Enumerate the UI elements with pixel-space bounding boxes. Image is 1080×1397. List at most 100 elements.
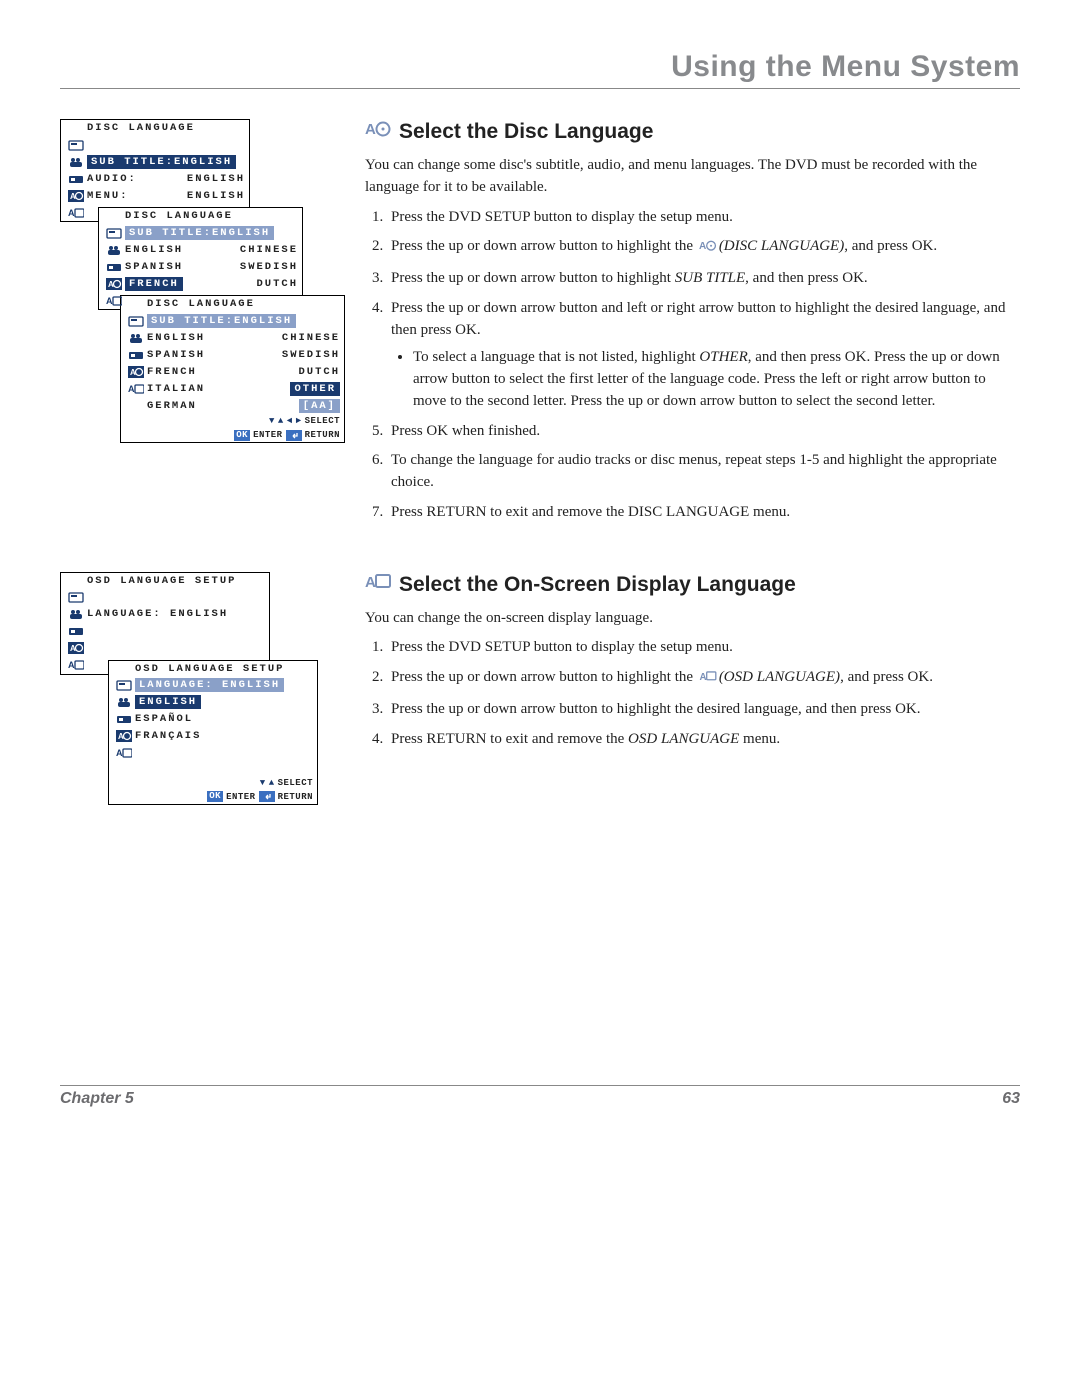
osd-footer-label: ENTER xyxy=(253,430,283,440)
step-text: To select a language that is not listed,… xyxy=(413,349,699,365)
step: Press the up or down arrow button to hig… xyxy=(387,236,1020,260)
osd-highlight: SUB TITLE:ENGLISH xyxy=(87,155,236,169)
step-text: Press the up or down arrow button and le… xyxy=(391,300,1005,338)
osd-icon xyxy=(125,383,147,395)
section-heading-text: Select the Disc Language xyxy=(399,120,653,144)
up-arrow-icon: ▲ xyxy=(269,778,275,788)
osd-footer: ▼ ▲ ◄ ► SELECT xyxy=(121,414,344,428)
disc-language-icon xyxy=(365,119,391,145)
disc-icon xyxy=(65,190,87,202)
return-icon xyxy=(259,791,275,802)
osd-highlight: FRENCH xyxy=(125,277,183,291)
section-heading-text: Select the On-Screen Display Language xyxy=(399,573,796,597)
step: Press the DVD SETUP button to display th… xyxy=(387,207,1020,229)
step-italic: OSD LANGUAGE xyxy=(628,731,739,747)
step-italic: (DISC LANGUAGE) xyxy=(719,238,844,254)
osd-icon xyxy=(65,659,87,671)
osd-value: SWEDISH xyxy=(240,261,298,273)
osd-panel-3: DISC LANGUAGE SUB TITLE:ENGLISH ENGLISHC… xyxy=(120,295,345,443)
section-heading: Select the On-Screen Display Language xyxy=(365,572,1020,598)
step-text: , and press OK. xyxy=(844,238,937,254)
section-disc-language: DISC LANGUAGE SUB TITLE:ENGLISH AUDIO: EN… xyxy=(60,119,1020,532)
osd-value: ENGLISH xyxy=(147,332,205,344)
step-text: , and press OK. xyxy=(840,669,933,685)
audio-icon xyxy=(65,173,87,185)
osd-value: CHINESE xyxy=(282,332,340,344)
osd-label: LANGUAGE: xyxy=(87,608,162,620)
card-icon xyxy=(65,591,87,603)
disc-language-inline-icon xyxy=(699,238,717,260)
osd-value: ENGLISH xyxy=(170,608,228,620)
figure-osd-language: OSD LANGUAGE SETUP LANGUAGE: ENGLISH OSD… xyxy=(60,572,345,805)
figure-disc-language: DISC LANGUAGE SUB TITLE:ENGLISH AUDIO: EN… xyxy=(60,119,345,443)
osd-panel-2: OSD LANGUAGE SETUP LANGUAGE: ENGLISH ENG… xyxy=(108,660,318,805)
chapter-label: Chapter 5 xyxy=(60,1090,134,1108)
step-italic: (OSD LANGUAGE) xyxy=(719,669,840,685)
steps-list: Press the DVD SETUP button to display th… xyxy=(365,207,1020,524)
people-icon xyxy=(103,244,125,256)
osd-value: GERMAN xyxy=(147,400,197,412)
step: Press the up or down arrow button to hig… xyxy=(387,268,1020,290)
card-icon xyxy=(65,139,87,151)
people-icon xyxy=(125,332,147,344)
people-icon xyxy=(65,156,87,168)
step-text: , and then press OK. xyxy=(745,270,867,286)
osd-highlight: ENGLISH xyxy=(135,695,201,709)
step: Press the DVD SETUP button to display th… xyxy=(387,637,1020,659)
osd-footer-label: RETURN xyxy=(305,430,340,440)
osd-highlight: SUB TITLE:ENGLISH xyxy=(125,226,274,240)
ok-tag: OK xyxy=(207,791,223,802)
osd-title: DISC LANGUAGE xyxy=(87,122,195,134)
osd-footer-label: SELECT xyxy=(278,778,313,788)
audio-icon xyxy=(125,349,147,361)
right-arrow-icon: ► xyxy=(296,416,302,426)
step: Press OK when finished. xyxy=(387,421,1020,443)
step-text: menu. xyxy=(739,731,780,747)
step-italic: OTHER xyxy=(699,349,747,365)
osd-title: OSD LANGUAGE SETUP xyxy=(135,663,284,675)
osd-value: DUTCH xyxy=(256,278,298,290)
osd-value: ENGLISH xyxy=(125,244,183,256)
step-text: Press RETURN to exit and remove the xyxy=(391,731,628,747)
return-icon xyxy=(286,430,302,441)
osd-value: SWEDISH xyxy=(282,349,340,361)
osd-title: DISC LANGUAGE xyxy=(125,210,233,222)
ok-tag: OK xyxy=(234,430,250,441)
osd-value: CHINESE xyxy=(240,244,298,256)
osd-icon xyxy=(65,207,87,219)
step-italic: SUB TITLE xyxy=(675,270,745,286)
osd-icon xyxy=(103,295,125,307)
step-text: Press the up or down arrow button to hig… xyxy=(391,238,697,254)
step-text: Press the up or down arrow button to hig… xyxy=(391,669,697,685)
card-icon xyxy=(113,679,135,691)
osd-value: SPANISH xyxy=(125,261,183,273)
osd-icon xyxy=(113,747,135,759)
card-icon xyxy=(125,315,147,327)
osd-label: MENU: xyxy=(87,190,129,202)
section-heading: Select the Disc Language xyxy=(365,119,1020,145)
up-arrow-icon: ▲ xyxy=(278,416,284,426)
osd-title: DISC LANGUAGE xyxy=(147,298,255,310)
page-header: Using the Menu System xyxy=(60,50,1020,89)
osd-footer-label: ENTER xyxy=(226,792,256,802)
osd-label: AUDIO: xyxy=(87,173,137,185)
osd-footer: OK ENTER RETURN xyxy=(109,790,317,804)
disc-icon xyxy=(103,278,125,290)
step: Press RETURN to exit and remove the OSD … xyxy=(387,729,1020,751)
people-icon xyxy=(65,608,87,620)
osd-highlight: LANGUAGE: ENGLISH xyxy=(135,678,284,692)
step: To change the language for audio tracks … xyxy=(387,450,1020,494)
osd-value: ESPAÑOL xyxy=(135,713,193,725)
section-intro: You can change the on-screen display lan… xyxy=(365,608,1020,630)
osd-value: ITALIAN xyxy=(147,383,205,395)
osd-footer-label: RETURN xyxy=(278,792,313,802)
osd-value: FRENCH xyxy=(147,366,197,378)
step: Press RETURN to exit and remove the DISC… xyxy=(387,502,1020,524)
steps-list: Press the DVD SETUP button to display th… xyxy=(365,637,1020,750)
audio-icon xyxy=(65,625,87,637)
audio-icon xyxy=(103,261,125,273)
people-icon xyxy=(113,696,135,708)
disc-icon xyxy=(65,642,87,654)
osd-language-icon xyxy=(365,572,391,598)
disc-icon xyxy=(113,730,135,742)
